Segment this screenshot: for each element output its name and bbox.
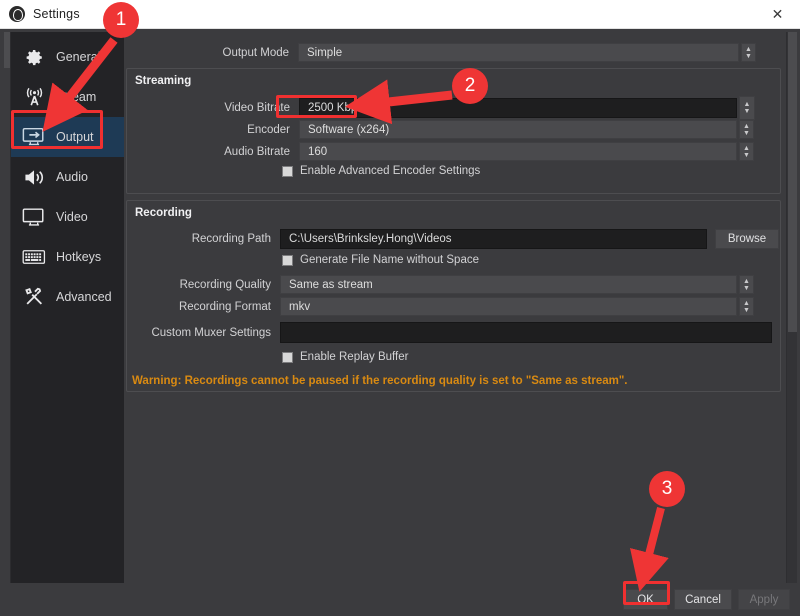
content-scrollbar-thumb[interactable]: [788, 32, 797, 332]
keyboard-icon: [21, 245, 47, 269]
recording-path-input[interactable]: C:\Users\Brinksley.Hong\Videos: [280, 229, 707, 249]
sidebar-item-advanced[interactable]: Advanced: [11, 277, 124, 317]
sidebar-scrollbar-thumb[interactable]: [4, 32, 10, 68]
sidebar-item-stream[interactable]: Stream: [11, 77, 124, 117]
recording-format-row: Recording Format mkv ▲▼: [127, 297, 768, 316]
encoder-spinner[interactable]: ▲▼: [739, 120, 754, 139]
monitor-icon: [21, 205, 47, 229]
streaming-group-title: Streaming: [135, 75, 191, 87]
audio-bitrate-spinner[interactable]: ▲▼: [739, 142, 754, 161]
audio-bitrate-select[interactable]: 160: [299, 142, 737, 161]
gear-icon: [21, 45, 47, 69]
recording-format-label: Recording Format: [127, 301, 280, 313]
speaker-icon: [21, 165, 47, 189]
settings-content: Output Mode Simple ▲▼ Streaming Video Bi…: [124, 32, 797, 583]
output-icon: [21, 125, 47, 149]
recording-quality-label: Recording Quality: [127, 279, 280, 291]
advanced-encoder-checkbox-row[interactable]: Enable Advanced Encoder Settings: [282, 165, 480, 177]
replay-buffer-checkbox[interactable]: [282, 352, 293, 363]
audio-bitrate-row: Audio Bitrate 160 ▲▼: [127, 142, 768, 161]
custom-muxer-row: Custom Muxer Settings: [127, 322, 775, 343]
ok-button[interactable]: OK: [623, 589, 668, 610]
sidebar-item-label: Hotkeys: [56, 250, 101, 264]
recording-format-select[interactable]: mkv: [280, 297, 737, 316]
advanced-encoder-checkbox[interactable]: [282, 166, 293, 177]
antenna-icon: [21, 85, 47, 109]
video-bitrate-row: Video Bitrate 2500 Kbps ▲▼: [127, 96, 768, 120]
sidebar-item-label: Advanced: [56, 290, 112, 304]
replay-buffer-checkbox-row[interactable]: Enable Replay Buffer: [282, 351, 408, 363]
sidebar-item-hotkeys[interactable]: Hotkeys: [11, 237, 124, 277]
apply-button: Apply: [738, 589, 790, 610]
sidebar-item-label: Audio: [56, 170, 88, 184]
recording-format-spinner[interactable]: ▲▼: [739, 297, 754, 316]
audio-bitrate-label: Audio Bitrate: [127, 146, 299, 158]
dialog-button-bar: OK Cancel Apply: [0, 583, 800, 616]
sidebar: General Stream: [3, 32, 124, 583]
sidebar-item-label: Video: [56, 210, 88, 224]
video-bitrate-spinner[interactable]: ▲▼: [739, 96, 755, 120]
sidebar-item-video[interactable]: Video: [11, 197, 124, 237]
cancel-button[interactable]: Cancel: [674, 589, 732, 610]
output-mode-row: Output Mode Simple ▲▼: [124, 43, 768, 62]
close-icon[interactable]: ✕: [755, 0, 800, 28]
browse-button[interactable]: Browse: [715, 229, 779, 249]
recording-path-label: Recording Path: [127, 233, 280, 245]
video-bitrate-input[interactable]: 2500 Kbps: [299, 98, 737, 118]
advanced-encoder-label: Enable Advanced Encoder Settings: [300, 165, 480, 177]
output-mode-select[interactable]: Simple: [298, 43, 739, 62]
content-scrollbar[interactable]: [786, 32, 797, 583]
sidebar-item-output[interactable]: Output: [11, 117, 124, 157]
streaming-group: Streaming Video Bitrate 2500 Kbps ▲▼ Enc…: [126, 68, 781, 194]
output-mode-spinner[interactable]: ▲▼: [741, 43, 756, 62]
tools-icon: [21, 285, 47, 309]
sidebar-scrollbar[interactable]: [3, 32, 11, 583]
recording-warning-text: Warning: Recordings cannot be paused if …: [132, 375, 628, 387]
settings-window: Settings ✕ General: [0, 0, 800, 616]
titlebar: Settings ✕: [0, 0, 800, 29]
sidebar-item-general[interactable]: General: [11, 37, 124, 77]
obs-logo-icon: [9, 6, 25, 22]
output-mode-label: Output Mode: [124, 47, 298, 59]
sidebar-item-audio[interactable]: Audio: [11, 157, 124, 197]
sidebar-item-label: Stream: [56, 90, 96, 104]
recording-path-row: Recording Path C:\Users\Brinksley.Hong\V…: [127, 229, 782, 249]
encoder-label: Encoder: [127, 124, 299, 136]
recording-group: Recording Recording Path C:\Users\Brinks…: [126, 200, 781, 392]
encoder-select[interactable]: Software (x264): [299, 120, 737, 139]
sidebar-item-label: General: [56, 50, 100, 64]
recording-quality-select[interactable]: Same as stream: [280, 275, 737, 294]
custom-muxer-label: Custom Muxer Settings: [127, 327, 280, 339]
recording-quality-row: Recording Quality Same as stream ▲▼: [127, 275, 768, 294]
encoder-row: Encoder Software (x264) ▲▼: [127, 120, 768, 139]
custom-muxer-input[interactable]: [280, 322, 772, 343]
sidebar-list: General Stream: [11, 32, 124, 583]
no-space-checkbox-row[interactable]: Generate File Name without Space: [282, 254, 479, 266]
no-space-label: Generate File Name without Space: [300, 254, 479, 266]
no-space-checkbox[interactable]: [282, 255, 293, 266]
recording-group-title: Recording: [135, 207, 192, 219]
video-bitrate-label: Video Bitrate: [127, 102, 299, 114]
sidebar-item-label: Output: [56, 130, 94, 144]
recording-quality-spinner[interactable]: ▲▼: [739, 275, 754, 294]
window-title: Settings: [33, 7, 80, 21]
replay-buffer-label: Enable Replay Buffer: [300, 351, 408, 363]
